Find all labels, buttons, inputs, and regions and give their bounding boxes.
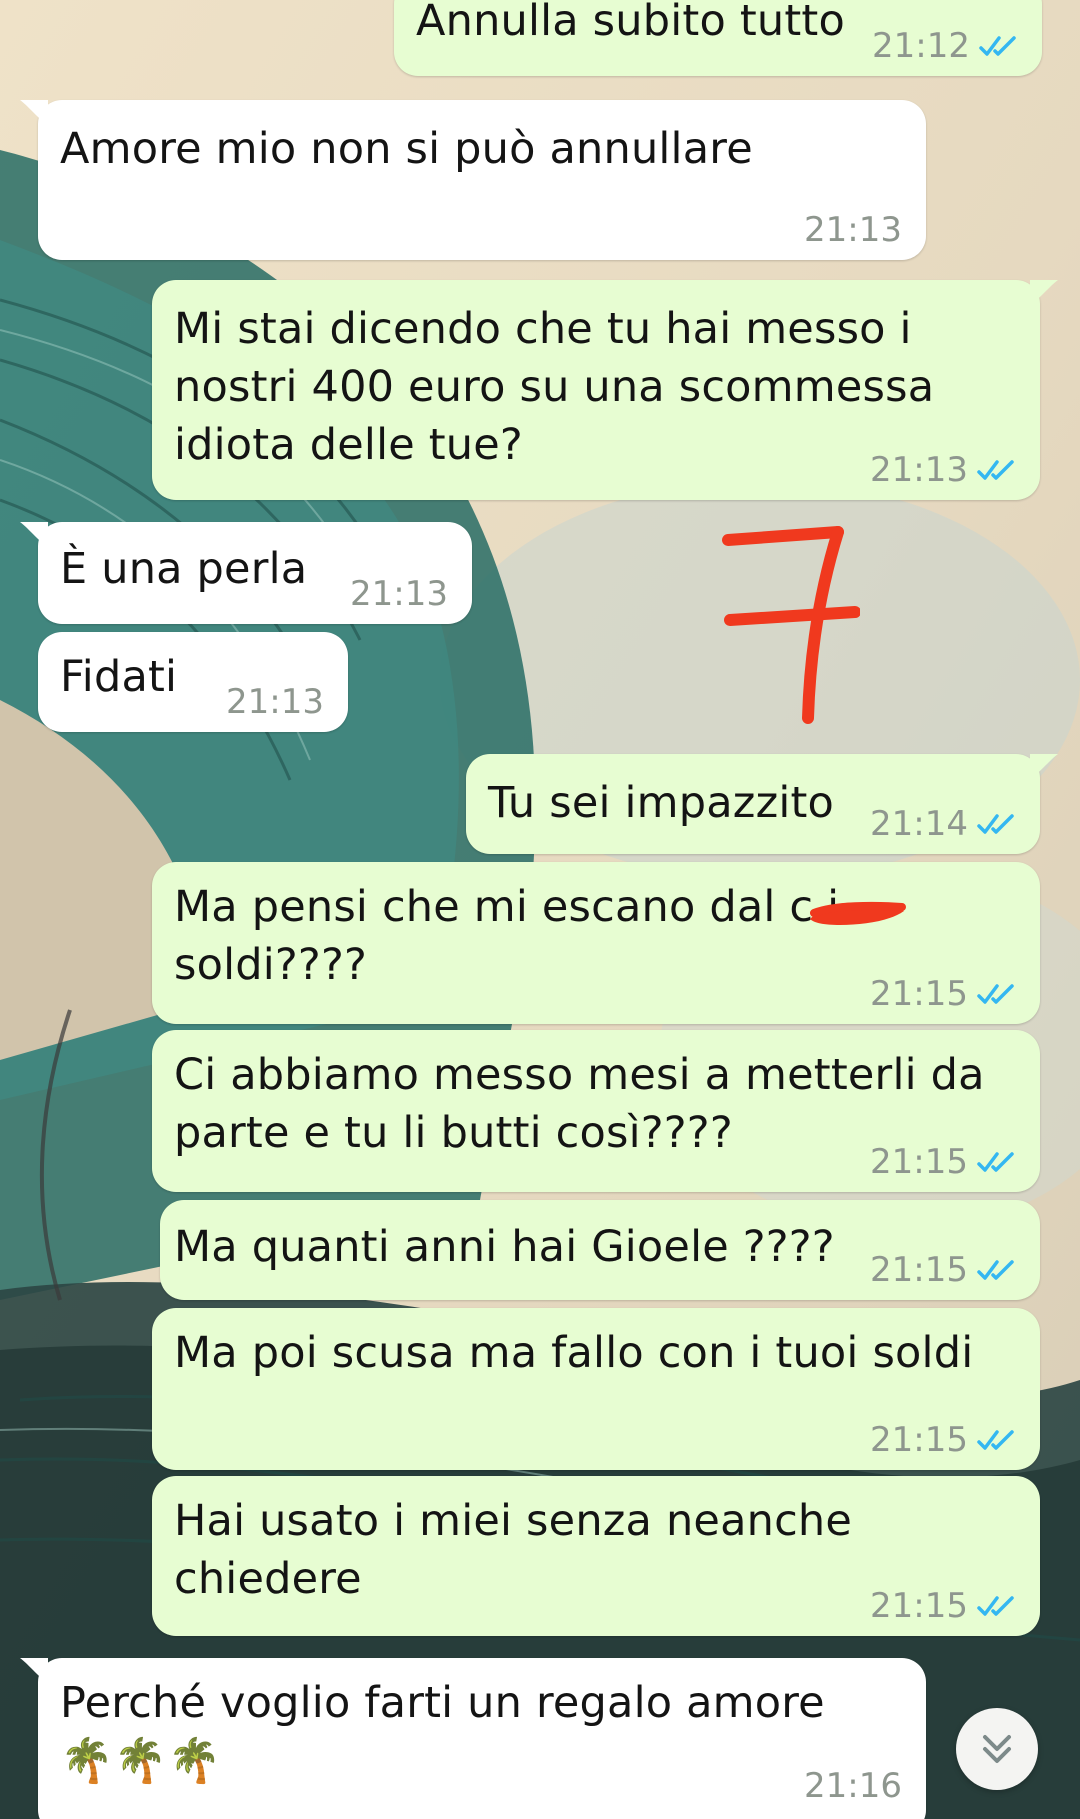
double-check-icon	[977, 984, 1014, 1004]
incoming-message[interactable]: Perché voglio farti un regalo amore 🌴🌴🌴 …	[20, 1658, 926, 1819]
message-meta: 21:15	[870, 1586, 1018, 1626]
message-time: 21:14	[870, 804, 968, 844]
message-meta: 21:13	[870, 450, 1018, 490]
bubble-tail	[20, 1658, 48, 1684]
message-text: Annulla subito tutto	[416, 0, 845, 46]
incoming-message[interactable]: Fidati 21:13	[38, 632, 348, 732]
message-text: Tu sei impazzito	[488, 778, 835, 828]
message-time: 21:12	[872, 26, 970, 66]
bubble-tail	[1030, 280, 1058, 306]
outgoing-message[interactable]: Mi stai dicendo che tu hai messo i nostr…	[152, 280, 1058, 500]
double-check-icon	[977, 814, 1014, 834]
message-time: 21:13	[226, 682, 324, 722]
message-meta: 21:13	[226, 682, 324, 722]
double-check-icon	[977, 460, 1014, 480]
message-meta: 21:15	[870, 974, 1018, 1014]
outgoing-message[interactable]: Ci abbiamo messo mesi a metterli da part…	[152, 1030, 1040, 1192]
message-text: È una perla	[60, 544, 308, 594]
message-time: 21:13	[350, 574, 448, 614]
message-text: Ma quanti anni hai Gioele ????	[174, 1222, 835, 1272]
message-text: Perché voglio farti un regalo amore 🌴🌴🌴	[60, 1678, 825, 1786]
message-text: Ci abbiamo messo mesi a metterli da part…	[174, 1050, 985, 1158]
double-check-icon	[977, 1430, 1014, 1450]
redaction-scribble	[804, 893, 908, 933]
incoming-message[interactable]: È una perla 21:13	[20, 522, 472, 624]
scroll-to-bottom-button[interactable]	[956, 1708, 1038, 1790]
handwritten-number-annotation	[720, 520, 861, 730]
double-check-icon	[977, 1260, 1014, 1280]
message-text: Ma poi scusa ma fallo con i tuoi soldi	[174, 1328, 974, 1378]
message-time: 21:13	[870, 450, 968, 490]
message-text: Amore mio non si può annullare	[60, 124, 753, 174]
bubble-tail	[20, 100, 48, 126]
chevron-double-down-icon	[983, 1735, 1011, 1763]
outgoing-message[interactable]: Ma poi scusa ma fallo con i tuoi soldi 2…	[152, 1308, 1040, 1470]
chat-message-list: Annulla subito tutto 21:12 Amore mio non…	[0, 0, 1080, 1819]
message-text: Hai usato i miei senza neanche chiedere	[174, 1496, 853, 1604]
message-text: Fidati	[60, 652, 178, 702]
message-time: 21:15	[870, 1586, 968, 1626]
double-check-icon	[977, 1152, 1014, 1172]
double-check-icon	[977, 1596, 1014, 1616]
message-meta: 21:14	[870, 804, 1018, 844]
message-meta: 21:15	[870, 1250, 1018, 1290]
outgoing-message[interactable]: Annulla subito tutto 21:12	[394, 0, 1042, 76]
message-text: Ma pensi che mi escano dal c i soldi????	[174, 882, 839, 990]
message-text: Mi stai dicendo che tu hai messo i nostr…	[174, 304, 935, 470]
incoming-message[interactable]: Amore mio non si può annullare 21:13	[20, 100, 926, 260]
outgoing-message[interactable]: Hai usato i miei senza neanche chiedere …	[152, 1476, 1040, 1636]
outgoing-message[interactable]: Ma pensi che mi escano dal c i soldi????…	[152, 862, 1040, 1024]
message-time: 21:15	[870, 974, 968, 1014]
message-meta: 21:15	[870, 1420, 1018, 1460]
outgoing-message[interactable]: Ma quanti anni hai Gioele ???? 21:15	[160, 1200, 1040, 1300]
message-meta: 21:15	[870, 1142, 1018, 1182]
message-time: 21:16	[804, 1766, 902, 1806]
message-meta: 21:13	[350, 574, 448, 614]
message-time: 21:15	[870, 1142, 968, 1182]
outgoing-message[interactable]: Tu sei impazzito 21:14	[466, 754, 1058, 854]
bubble-tail	[20, 522, 48, 548]
message-meta: 21:12	[872, 26, 1020, 66]
bubble-tail	[1030, 754, 1058, 780]
message-time: 21:15	[870, 1420, 968, 1460]
message-time: 21:13	[804, 210, 902, 250]
message-time: 21:15	[870, 1250, 968, 1290]
message-meta: 21:13	[804, 210, 902, 250]
double-check-icon	[979, 36, 1016, 56]
message-meta: 21:16	[804, 1766, 902, 1806]
